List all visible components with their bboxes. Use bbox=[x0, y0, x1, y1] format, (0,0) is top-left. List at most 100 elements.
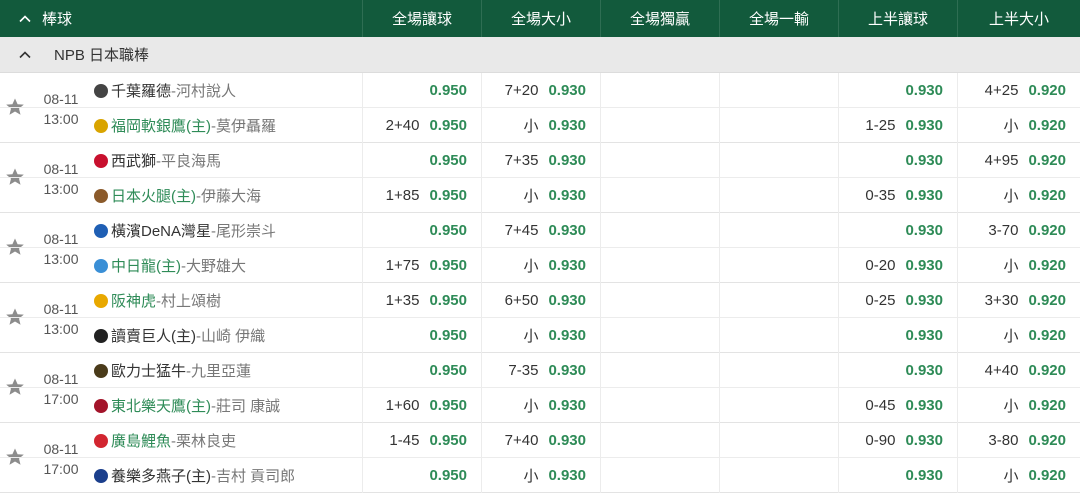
odds-cell[interactable]: 4+95 0.920 bbox=[957, 143, 1080, 178]
odds-cell[interactable]: 1+85 0.950 bbox=[362, 178, 481, 213]
odds-cell[interactable]: 1+75 0.950 bbox=[362, 248, 481, 283]
odds-cell[interactable]: 小 0.920 bbox=[957, 248, 1080, 283]
empty-odds-cell bbox=[719, 178, 838, 213]
away-team: 西武獅 -平良海馬 bbox=[94, 143, 221, 178]
odds-line: 6+50 bbox=[504, 292, 539, 309]
odds-cell[interactable]: 0.950 bbox=[362, 73, 481, 108]
odds-cell[interactable]: 7+40 0.930 bbox=[481, 423, 600, 458]
odds-value: 0.930 bbox=[905, 362, 943, 379]
odds-line: 小 bbox=[523, 188, 539, 205]
empty-odds-cell bbox=[600, 248, 719, 283]
odds-cell[interactable]: 小 0.920 bbox=[957, 388, 1080, 423]
empty-odds-cell bbox=[600, 213, 719, 248]
team-logo-icon bbox=[94, 328, 108, 343]
odds-value: 0.950 bbox=[429, 432, 467, 449]
odds-cell[interactable]: 4+25 0.920 bbox=[957, 73, 1080, 108]
team-name: 歐力士猛牛 bbox=[111, 363, 187, 380]
odds-cell[interactable]: 0.930 bbox=[838, 353, 957, 388]
odds-line: 1-45 bbox=[389, 432, 420, 449]
sport-collapse-toggle[interactable]: 棒球 bbox=[0, 0, 362, 37]
match-row: 08-11 17:00 歐力士猛牛 -九里亞蓮 0.950 7-35 0.930 0.930… bbox=[0, 353, 1080, 423]
odds-value: 0.950 bbox=[429, 292, 467, 309]
match-row: 08-11 13:00 橫濱DeNA灣星 -尾形崇斗 0.950 7+45 0.930 0.… bbox=[0, 213, 1080, 283]
odds-cell[interactable]: 小 0.920 bbox=[957, 318, 1080, 353]
odds-cell[interactable]: 0-20 0.930 bbox=[838, 248, 957, 283]
away-team: 阪神虎 -村上頌樹 bbox=[94, 283, 221, 318]
odds-value: 0.930 bbox=[548, 152, 586, 169]
away-team-row: 橫濱DeNA灣星 -尾形崇斗 0.950 7+45 0.930 0.930 3-70 0.9… bbox=[0, 213, 1080, 248]
odds-cell[interactable]: 6+50 0.930 bbox=[481, 283, 600, 318]
empty-odds-cell bbox=[600, 178, 719, 213]
odds-cell[interactable]: 0-35 0.930 bbox=[838, 178, 957, 213]
away-team-row: 阪神虎 -村上頌樹 1+35 0.950 6+50 0.930 0-25 0.930 3+30… bbox=[0, 283, 1080, 318]
odds-line: 3-80 bbox=[988, 432, 1019, 449]
odds-cell[interactable]: 4+40 0.920 bbox=[957, 353, 1080, 388]
odds-value: 0.950 bbox=[429, 397, 467, 414]
team-name: 千葉羅德 bbox=[111, 83, 172, 100]
team-logo-icon bbox=[94, 468, 108, 483]
odds-cell[interactable]: 0-25 0.930 bbox=[838, 283, 957, 318]
odds-cell[interactable]: 0.950 bbox=[362, 318, 481, 353]
odds-cell[interactable]: 1-45 0.950 bbox=[362, 423, 481, 458]
odds-cell[interactable]: 7-35 0.930 bbox=[481, 353, 600, 388]
odds-cell[interactable]: 0.930 bbox=[838, 458, 957, 493]
odds-line: 小 bbox=[523, 468, 539, 485]
odds-line: 1-25 bbox=[865, 117, 896, 134]
odds-cell[interactable]: 小 0.930 bbox=[481, 318, 600, 353]
empty-odds-cell bbox=[600, 108, 719, 143]
odds-cell[interactable]: 0.930 bbox=[838, 213, 957, 248]
team-name: 中日龍(主) bbox=[111, 258, 181, 275]
odds-line: 0-25 bbox=[865, 292, 896, 309]
team-logo-icon bbox=[94, 223, 108, 238]
odds-cell[interactable]: 0.950 bbox=[362, 458, 481, 493]
odds-cell[interactable]: 小 0.930 bbox=[481, 178, 600, 213]
odds-value: 0.950 bbox=[429, 327, 467, 344]
odds-cell[interactable]: 0-45 0.930 bbox=[838, 388, 957, 423]
team-name: 橫濱DeNA灣星 bbox=[111, 223, 212, 240]
odds-cell[interactable]: 0.930 bbox=[838, 318, 957, 353]
chevron-up-icon bbox=[19, 14, 31, 22]
odds-cell[interactable]: 3-70 0.920 bbox=[957, 213, 1080, 248]
odds-cell[interactable]: 小 0.920 bbox=[957, 108, 1080, 143]
home-team: 日本火腿(主) -伊藤大海 bbox=[94, 178, 261, 213]
odds-cell[interactable]: 小 0.930 bbox=[481, 108, 600, 143]
odds-cell[interactable]: 小 0.930 bbox=[481, 458, 600, 493]
odds-cell[interactable]: 小 0.930 bbox=[481, 388, 600, 423]
odds-cell[interactable]: 小 0.930 bbox=[481, 248, 600, 283]
odds-cell[interactable]: 0.930 bbox=[838, 73, 957, 108]
league-header[interactable]: NPB 日本職棒 bbox=[0, 37, 1080, 73]
odds-value: 0.930 bbox=[548, 257, 586, 274]
odds-cell[interactable]: 3-80 0.920 bbox=[957, 423, 1080, 458]
odds-cell[interactable]: 7+35 0.930 bbox=[481, 143, 600, 178]
odds-cell[interactable]: 7+45 0.930 bbox=[481, 213, 600, 248]
odds-cell[interactable]: 7+20 0.930 bbox=[481, 73, 600, 108]
odds-value: 0.920 bbox=[1028, 117, 1066, 134]
empty-odds-cell bbox=[719, 108, 838, 143]
odds-value: 0.930 bbox=[905, 432, 943, 449]
odds-value: 0.920 bbox=[1028, 187, 1066, 204]
odds-cell[interactable]: 1+60 0.950 bbox=[362, 388, 481, 423]
away-team-row: 廣島鯉魚 -栗林良吏 1-45 0.950 7+40 0.930 0-90 0.930 3-8… bbox=[0, 423, 1080, 458]
home-team: 養樂多燕子(主) -吉村 貢司郎 bbox=[94, 458, 295, 493]
odds-cell[interactable]: 0.950 bbox=[362, 353, 481, 388]
odds-cell[interactable]: 1+35 0.950 bbox=[362, 283, 481, 318]
odds-line: 小 bbox=[1003, 328, 1019, 345]
odds-cell[interactable]: 0-90 0.930 bbox=[838, 423, 957, 458]
odds-cell[interactable]: 小 0.920 bbox=[957, 178, 1080, 213]
odds-cell[interactable]: 1-25 0.930 bbox=[838, 108, 957, 143]
odds-cell[interactable]: 3+30 0.920 bbox=[957, 283, 1080, 318]
odds-cell[interactable]: 0.930 bbox=[838, 143, 957, 178]
team-name: 福岡軟銀鷹(主) bbox=[111, 118, 211, 135]
column-header-full-over-under: 全場大小 bbox=[481, 0, 600, 37]
empty-odds-cell bbox=[719, 213, 838, 248]
empty-odds-cell bbox=[600, 318, 719, 353]
odds-cell[interactable]: 2+40 0.950 bbox=[362, 108, 481, 143]
starting-pitcher: -村上頌樹 bbox=[156, 293, 222, 310]
odds-value: 0.920 bbox=[1028, 152, 1066, 169]
odds-cell[interactable]: 小 0.920 bbox=[957, 458, 1080, 493]
odds-value: 0.920 bbox=[1028, 327, 1066, 344]
odds-value: 0.950 bbox=[429, 117, 467, 134]
odds-cell[interactable]: 0.950 bbox=[362, 143, 481, 178]
column-header-full-handicap: 全場讓球 bbox=[362, 0, 481, 37]
odds-cell[interactable]: 0.950 bbox=[362, 213, 481, 248]
